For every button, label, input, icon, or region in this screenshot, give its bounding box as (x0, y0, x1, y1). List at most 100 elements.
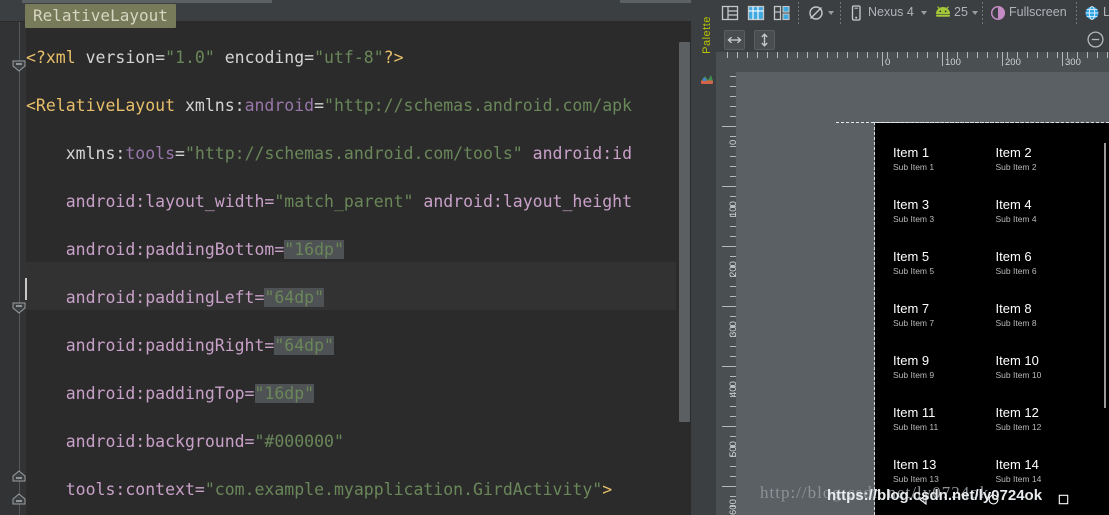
editor-scrollbar-track[interactable] (678, 22, 691, 515)
grid-item-title: Item 10 (995, 353, 1039, 368)
code-line-9: android:background="#000000" (65, 432, 344, 451)
globe-icon[interactable] (1082, 3, 1102, 23)
android-studio-layout-editor: RelativeLayout <?xml version="1.0" encod… (0, 0, 1109, 515)
code-line-6: android:paddingLeft="64dp" (65, 288, 325, 307)
locale-label[interactable]: Language (1103, 5, 1109, 19)
theme-label[interactable]: Fullscreen (1009, 5, 1067, 19)
palette-icon (700, 72, 714, 85)
grid-item-subtitle: Sub Item 9 (893, 370, 935, 380)
grid-item-title: Item 8 (995, 301, 1032, 316)
code-line-4: android:layout_width="match_parent" andr… (65, 192, 633, 211)
grid-item-title: Item 7 (893, 301, 930, 316)
tab-underline-right (620, 0, 700, 3)
grid-item-title: Item 6 (995, 249, 1032, 264)
grid-item-title: Item 4 (995, 197, 1032, 212)
phone-device-icon[interactable] (846, 3, 866, 23)
grid-item-subtitle: Sub Item 13 (893, 474, 939, 484)
editor-scrollbar-thumb[interactable] (679, 42, 690, 422)
grid-item-title: Item 5 (893, 249, 930, 264)
grid-item: Item 11 Sub Item 11 (893, 405, 986, 457)
grid-item-title: Item 9 (893, 353, 930, 368)
grid-item-subtitle: Sub Item 14 (995, 474, 1042, 484)
ruler-h-label-300: 300 (1065, 57, 1081, 68)
code-line-1: <?xml version="1.0" encoding="utf-8"?> (26, 48, 404, 67)
grid-item-title: Item 12 (995, 405, 1039, 420)
grid-item: Item 6 Sub Item 6 (996, 249, 1089, 301)
nav-back-triangle-icon[interactable] (917, 493, 930, 511)
grid-item: Item 4 Sub Item 4 (996, 197, 1089, 249)
orientation-caret-icon[interactable] (828, 11, 834, 15)
grid-item: Item 5 Sub Item 5 (893, 249, 986, 301)
xml-code-editor-pane: RelativeLayout <?xml version="1.0" encod… (0, 0, 700, 515)
horizontal-ruler: 0 100 200 300 (716, 52, 1109, 73)
grid-item-subtitle: Sub Item 3 (893, 214, 935, 224)
rotate-orientation-icon[interactable] (806, 3, 826, 23)
ruler-h-label-200: 200 (1005, 57, 1021, 68)
grid-item-title: Item 11 (893, 405, 936, 420)
grid-row: Item 9 Sub Item 9 Item 10 Sub Item 10 (893, 353, 1098, 405)
design-preview-pane: Palette Nexus 4 25 Fullscreen L 0 100 20… (698, 0, 1109, 515)
grid-item: Item 7 Sub Item 7 (893, 301, 986, 353)
breadcrumb-relativelayout[interactable]: RelativeLayout (25, 4, 176, 28)
nav-home-circle-icon[interactable] (987, 493, 1000, 511)
grid-item: Item 10 Sub Item 10 (996, 353, 1089, 405)
tab-underline-left (22, 0, 272, 3)
code-line-10: tools:context="com.example.myapplication… (65, 480, 613, 499)
device-screen[interactable]: Item 1 Sub Item 1 Item 2 Sub Item 2 Item… (875, 123, 1109, 515)
fit-vertical-icon[interactable] (754, 30, 775, 50)
grid-item-subtitle: Sub Item 5 (893, 266, 935, 276)
app-screen: Item 1 Sub Item 1 Item 2 Sub Item 2 Item… (875, 123, 1109, 515)
design-toolbar-secondary (716, 26, 1109, 53)
gridview-preview[interactable]: Item 1 Sub Item 1 Item 2 Sub Item 2 Item… (893, 145, 1098, 515)
blueprint-mode-icon[interactable] (746, 3, 766, 23)
grid-row: Item 7 Sub Item 7 Item 8 Sub Item 8 (893, 301, 1098, 353)
grid-row: Item 1 Sub Item 1 Item 2 Sub Item 2 (893, 145, 1098, 197)
grid-row: Item 3 Sub Item 3 Item 4 Sub Item 4 (893, 197, 1098, 249)
grid-item: Item 8 Sub Item 8 (996, 301, 1089, 353)
fold-end-icon-gridview[interactable] (12, 470, 27, 482)
gutter-divider (19, 22, 20, 515)
grid-item-subtitle: Sub Item 7 (893, 318, 935, 328)
vertical-ruler: 0 100 200 300 400 500 600 (716, 72, 737, 515)
toolbar-separator-3 (982, 2, 983, 24)
theme-contrast-icon[interactable] (988, 3, 1008, 23)
design-canvas[interactable]: Item 1 Sub Item 1 Item 2 Sub Item 2 Item… (736, 72, 1109, 515)
grid-item-subtitle: Sub Item 10 (995, 370, 1042, 380)
grid-item-title: Item 14 (995, 457, 1039, 472)
grid-item-subtitle: Sub Item 12 (995, 422, 1042, 432)
design-mode-icon[interactable] (720, 3, 740, 23)
editor-gutter[interactable] (0, 22, 26, 515)
grid-item-subtitle: Sub Item 11 (893, 422, 939, 432)
grid-row: Item 11 Sub Item 11 Item 12 Sub Item 12 (893, 405, 1098, 457)
editor-right-edge (691, 0, 698, 515)
device-caret-icon[interactable] (921, 11, 927, 15)
grid-item-subtitle: Sub Item 4 (995, 214, 1037, 224)
android-navigation-bar (875, 485, 1109, 515)
grid-item: Item 9 Sub Item 9 (893, 353, 986, 405)
ruler-h-label-100: 100 (945, 57, 961, 68)
grid-item: Item 2 Sub Item 2 (996, 145, 1089, 197)
gridview-scrollbar[interactable] (1104, 143, 1106, 408)
fold-collapse-icon-gridview[interactable] (12, 302, 27, 314)
api-level-label[interactable]: 25 (954, 5, 968, 19)
grid-row: Item 5 Sub Item 5 Item 6 Sub Item 6 (893, 249, 1098, 301)
ruler-h-label-0: 0 (885, 57, 891, 68)
grid-item-title: Item 13 (893, 457, 937, 472)
code-line-5: android:paddingBottom="16dp" (65, 240, 344, 259)
fold-collapse-icon-root[interactable] (12, 60, 27, 72)
palette-strip[interactable]: Palette (698, 0, 717, 515)
device-label[interactable]: Nexus 4 (868, 5, 914, 19)
code-line-3: xmlns:tools="http://schemas.android.com/… (65, 144, 633, 163)
toolbar-separator-4 (1076, 2, 1077, 24)
grid-item-title: Item 2 (995, 145, 1032, 160)
grid-item: Item 3 Sub Item 3 (893, 197, 986, 249)
fold-end-icon-root[interactable] (12, 493, 27, 505)
fit-horizontal-icon[interactable] (724, 30, 745, 50)
nav-recents-square-icon[interactable] (1057, 493, 1070, 511)
api-caret-icon[interactable] (972, 11, 978, 15)
android-robot-icon[interactable] (932, 3, 952, 23)
zoom-out-icon[interactable] (1086, 30, 1105, 49)
code-line-7: android:paddingRight="64dp" (65, 336, 334, 355)
both-modes-icon[interactable] (772, 3, 792, 23)
code-text[interactable]: <?xml version="1.0" encoding="utf-8"?> <… (26, 22, 676, 515)
